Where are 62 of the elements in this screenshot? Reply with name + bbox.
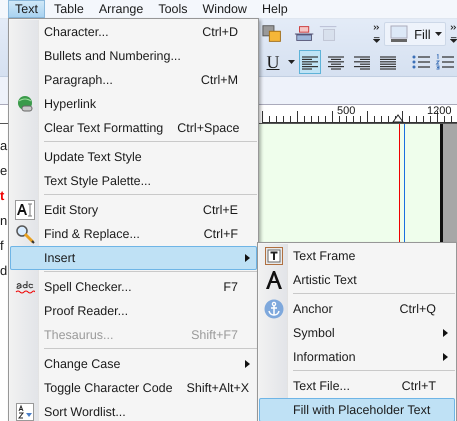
align-button[interactable] bbox=[299, 50, 321, 74]
menu-item[interactable]: Insert bbox=[10, 246, 257, 270]
menu-item[interactable]: Character... Ctrl+D bbox=[10, 20, 257, 44]
menu-item[interactable]: Spell Checker... F7 bbox=[10, 275, 257, 299]
menu-title[interactable]: Tools bbox=[152, 0, 194, 18]
align-icon bbox=[378, 54, 398, 70]
submenu-arrow-icon bbox=[244, 254, 250, 262]
menu-item[interactable]: Update Text Style bbox=[10, 145, 257, 169]
text-fragment: f bbox=[0, 238, 5, 253]
text-fragment: t bbox=[0, 188, 6, 203]
align-icon bbox=[326, 54, 346, 70]
serif-letter-icon bbox=[265, 270, 283, 290]
distribute-icon bbox=[318, 24, 339, 44]
submenu-arrow-icon bbox=[442, 329, 448, 337]
menu-item[interactable]: Sort Wordlist... bbox=[10, 400, 257, 421]
menu-item[interactable]: Text Style Palette... bbox=[10, 169, 257, 193]
menu-title[interactable]: Arrange bbox=[92, 0, 150, 18]
menu-title[interactable]: Text bbox=[8, 0, 45, 18]
bullet-list-icon[interactable] bbox=[411, 54, 431, 70]
menu-item[interactable]: Bullets and Numbering... bbox=[10, 44, 257, 68]
menu-item[interactable]: Hyperlink bbox=[10, 92, 257, 116]
menu-item[interactable]: Artistic Text bbox=[259, 268, 455, 292]
text-cursor-icon bbox=[15, 200, 35, 220]
menu-item[interactable]: Information bbox=[259, 345, 455, 369]
ruler-label: 1200 bbox=[427, 105, 452, 117]
globe-link-icon bbox=[16, 95, 34, 113]
spellcheck-icon bbox=[15, 280, 35, 294]
menu-title[interactable]: Table bbox=[48, 0, 90, 18]
menu-item[interactable]: Anchor Ctrl+Q bbox=[259, 297, 455, 321]
menu-item[interactable]: Toggle Character Code Shift+Alt+X bbox=[10, 376, 257, 400]
menu-item[interactable]: Find & Replace... Ctrl+F bbox=[10, 222, 257, 246]
text-frame-icon bbox=[265, 247, 283, 265]
align-top-icon bbox=[294, 24, 314, 44]
ruler-label: 500 bbox=[337, 105, 356, 117]
menu-item[interactable]: Paragraph... Ctrl+M bbox=[10, 68, 257, 92]
menu-item[interactable]: Edit Story Ctrl+E bbox=[10, 198, 257, 222]
menu-item[interactable]: Fill with Placeholder Text bbox=[259, 398, 455, 421]
align-icon bbox=[300, 54, 320, 70]
submenu-arrow-icon bbox=[442, 353, 448, 361]
fill-button[interactable]: Fill bbox=[384, 22, 446, 46]
text-fragment: n bbox=[0, 213, 8, 228]
menu-item[interactable]: Clear Text Formatting Ctrl+Space bbox=[10, 116, 257, 140]
submenu-arrow-icon bbox=[244, 360, 250, 368]
caret-icon bbox=[434, 32, 442, 36]
menu-item[interactable]: Proof Reader... bbox=[10, 299, 257, 323]
align-icon bbox=[352, 54, 372, 70]
menu-item[interactable]: Symbol bbox=[259, 321, 455, 345]
caret-icon[interactable] bbox=[288, 60, 295, 64]
text-fragment: a bbox=[0, 138, 8, 153]
menu-title[interactable]: Help bbox=[256, 0, 294, 18]
text-fragment: e bbox=[0, 163, 8, 178]
text-fragment: d bbox=[0, 263, 8, 278]
menu-title[interactable]: Window bbox=[196, 0, 253, 18]
numbered-list-icon[interactable] bbox=[435, 54, 455, 70]
menu-item[interactable]: Change Case bbox=[10, 352, 257, 376]
menu-item[interactable]: Text Frame bbox=[259, 244, 455, 268]
menu-item[interactable]: Text File... Ctrl+T bbox=[259, 374, 455, 398]
fill-swatch-icon bbox=[388, 25, 410, 43]
magnifier-pencil-icon bbox=[15, 224, 35, 244]
anchor-icon bbox=[264, 299, 284, 319]
arrange-order-icon bbox=[262, 24, 282, 44]
underline-button[interactable]: U bbox=[262, 50, 284, 74]
